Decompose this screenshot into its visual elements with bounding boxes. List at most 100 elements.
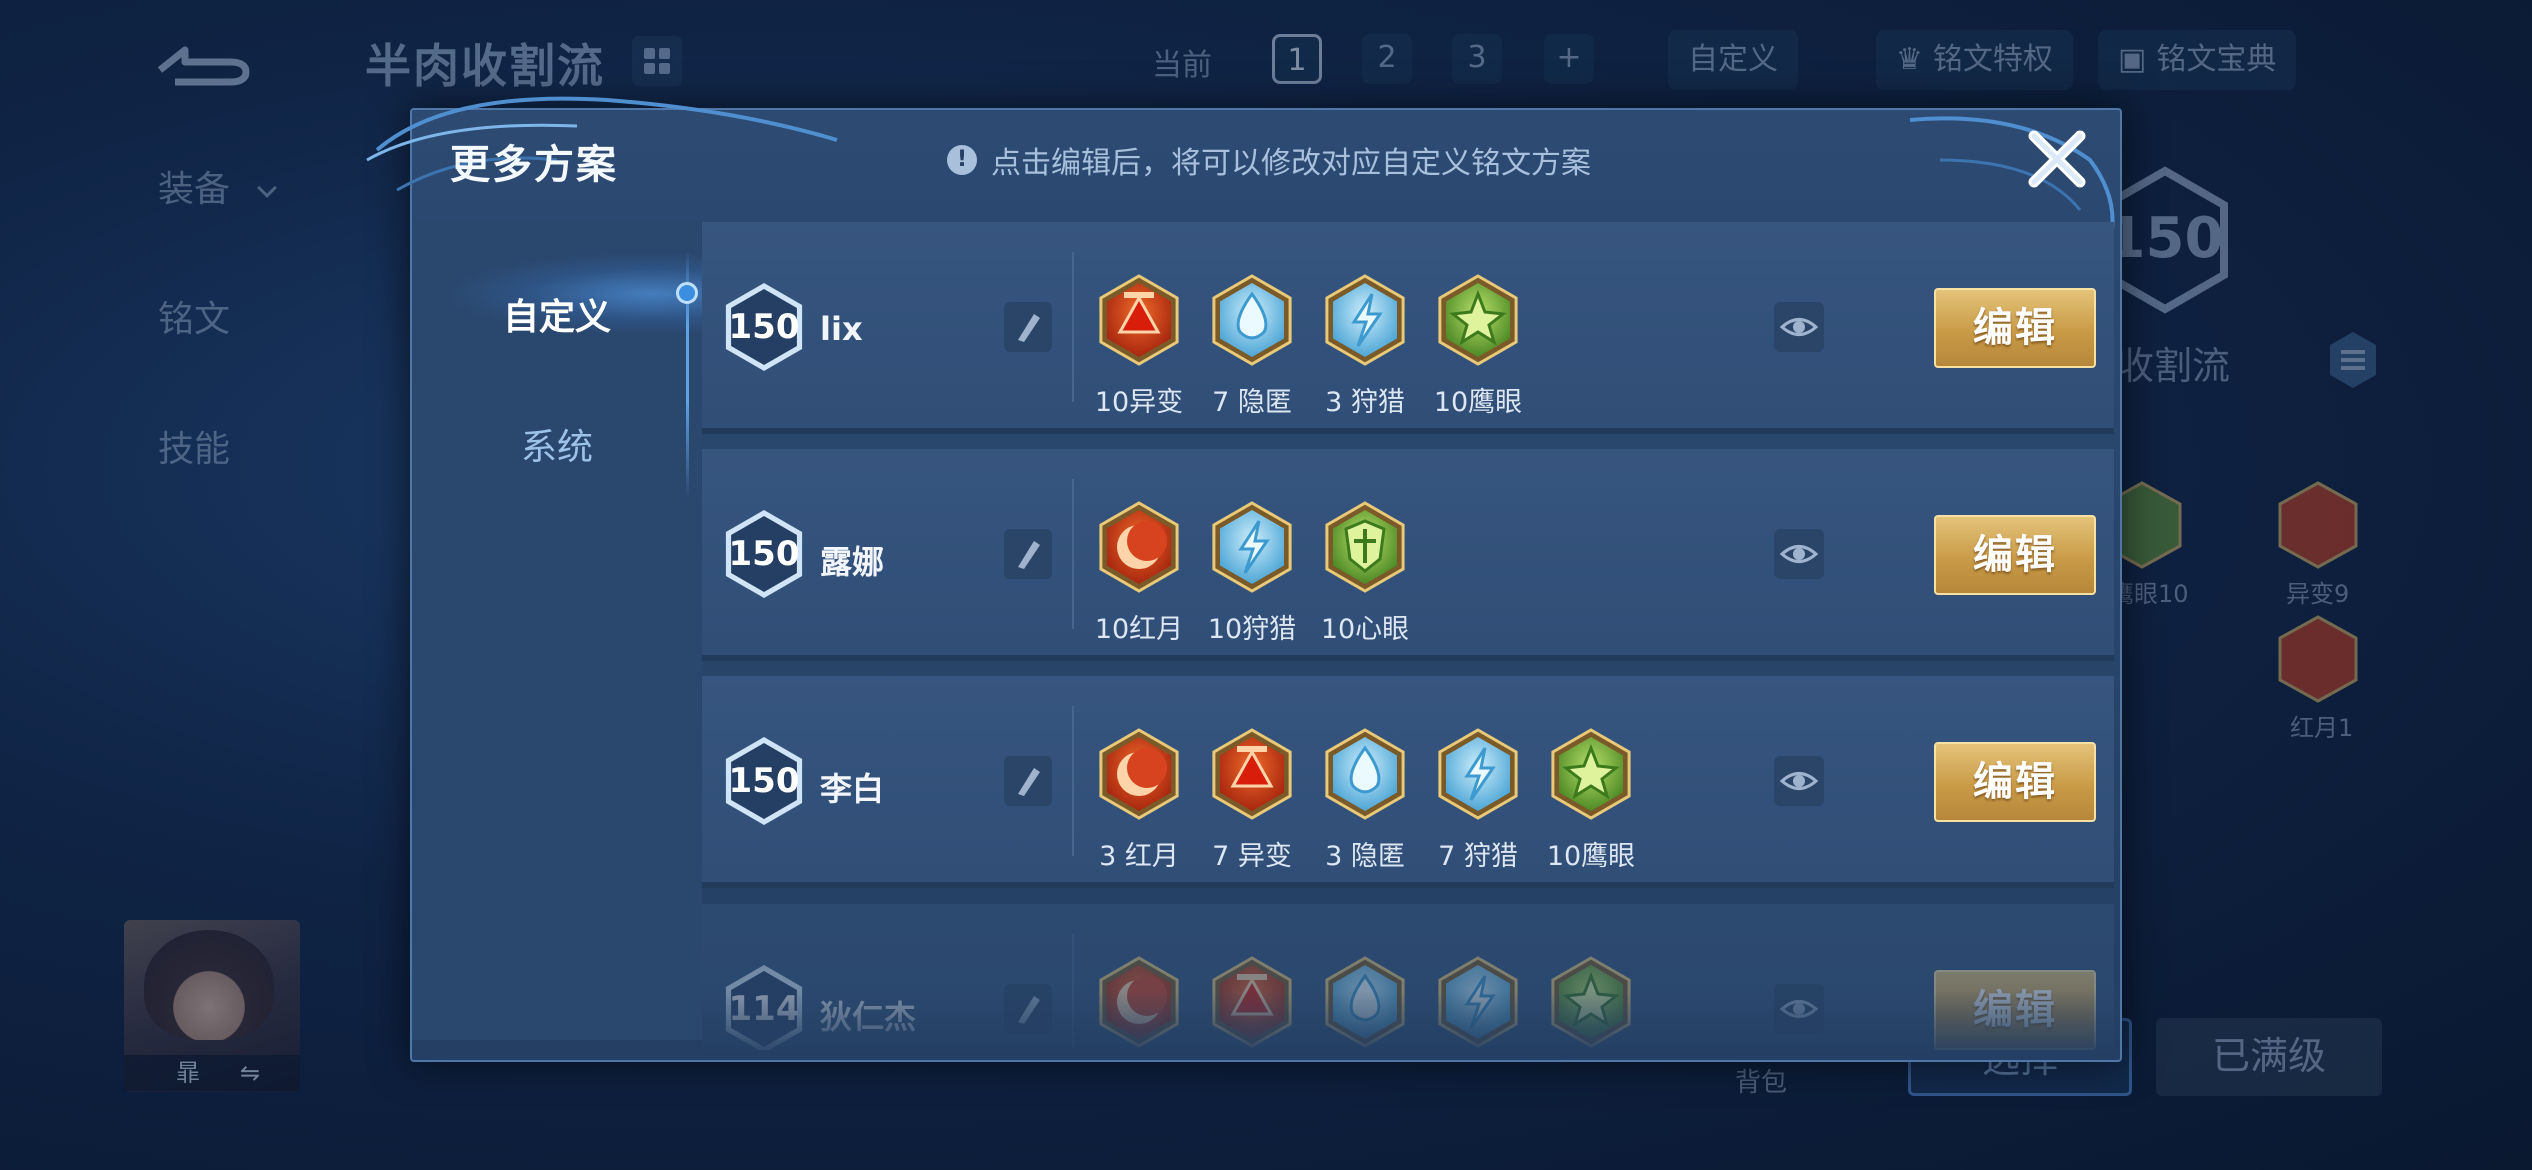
rune-label: 7 狩猎 — [1438, 841, 1518, 872]
plan-list[interactable]: 150 lix 10异变 7 隐匿 3 狩猎 10鹰眼 编辑 150 露娜 10… — [702, 222, 2118, 1050]
pencil-icon — [1018, 541, 1040, 569]
pencil-icon — [1018, 768, 1040, 796]
privilege-button[interactable]: ♛ 铭文特权 — [1876, 30, 2073, 90]
rune-green-star-icon — [1433, 270, 1523, 374]
bg-plan-subtitle: 收割流 — [2116, 344, 2231, 388]
rune-item[interactable]: 10红月 — [1094, 497, 1184, 646]
rune-item[interactable]: 10鹰眼 — [1546, 724, 1636, 873]
plan-row[interactable]: 150 lix 10异变 7 隐匿 3 狩猎 10鹰眼 编辑 — [702, 222, 2114, 434]
nav-skills[interactable]: 技能 — [158, 420, 230, 472]
custom-button[interactable]: 自定义 — [1668, 30, 1798, 90]
tab-system[interactable]: 系统 — [412, 418, 702, 470]
rune-label: 3 隐匿 — [1325, 841, 1405, 872]
rune-item[interactable]: 3 狩猎 — [1320, 270, 1410, 419]
eye-icon — [1779, 545, 1819, 563]
bg-rune-label: 异变9 — [2286, 580, 2350, 608]
rename-button[interactable] — [1004, 756, 1052, 806]
plan-row[interactable]: 114 狄仁杰 编辑 — [702, 904, 2114, 1050]
more-plans-dialog: 更多方案 ! 点击编辑后，将可以修改对应自定义铭文方案 自定义 系统 150 l… — [366, 96, 2122, 1062]
nav-equipment-label: 装备 — [158, 169, 231, 210]
rune-red-moon-icon — [1094, 724, 1184, 828]
list-icon[interactable] — [2328, 330, 2378, 390]
rune-item[interactable]: 7 隐匿 — [1207, 270, 1297, 419]
close-icon[interactable] — [2022, 124, 2092, 194]
rune-item[interactable]: 10鹰眼 — [1433, 270, 1523, 419]
rune-label: 10鹰眼 — [1546, 841, 1636, 872]
add-page-button[interactable]: + — [1544, 34, 1594, 84]
rune-item[interactable]: 7 狩猎 — [1433, 724, 1523, 873]
rune-set: 10红月 10狩猎 10心眼 — [1094, 497, 1410, 646]
bg-rune-red-icon — [2278, 615, 2358, 703]
bg-rune-red-icon — [2278, 481, 2358, 569]
rune-item[interactable] — [1320, 952, 1410, 1050]
preview-button[interactable] — [1774, 529, 1824, 579]
plan-row[interactable]: 150 李白 3 红月 7 异变 3 隐匿 7 狩猎 10鹰眼 编辑 — [702, 676, 2114, 888]
rune-item[interactable] — [1207, 952, 1297, 1050]
exclamation-icon: ! — [947, 145, 977, 175]
eye-icon — [1779, 318, 1819, 336]
grid-icon[interactable] — [632, 36, 682, 86]
edit-button[interactable]: 编辑 — [1934, 515, 2096, 595]
rune-item[interactable] — [1546, 952, 1636, 1050]
rune-blue-bolt-icon — [1320, 270, 1410, 374]
rune-item[interactable]: 10异变 — [1094, 270, 1184, 419]
rune-label: 10狩猎 — [1207, 614, 1297, 645]
rune-green-shield-icon — [1320, 497, 1410, 601]
row-divider — [1072, 479, 1074, 629]
rune-label: 10鹰眼 — [1433, 387, 1523, 418]
plan-name: 狄仁杰 — [820, 998, 917, 1036]
nav-runes[interactable]: 铭文 — [158, 290, 230, 342]
rune-red-moon-icon — [1094, 497, 1184, 601]
page-tab-2[interactable]: 2 — [1362, 34, 1412, 84]
plan-level: 150 — [728, 534, 800, 574]
eye-icon — [1779, 1000, 1819, 1018]
rename-button[interactable] — [1004, 529, 1052, 579]
codex-label: 铭文宝典 — [2156, 42, 2277, 77]
rune-label: 7 异变 — [1212, 841, 1292, 872]
preview-button[interactable] — [1774, 756, 1824, 806]
rune-blue-drop-icon — [1207, 270, 1297, 374]
preview-button[interactable] — [1774, 302, 1824, 352]
page-tab-3[interactable]: 3 — [1452, 34, 1502, 84]
rename-button[interactable] — [1004, 302, 1052, 352]
eye-icon — [1779, 772, 1819, 790]
rune-set — [1094, 952, 1636, 1050]
privilege-label: 铭文特权 — [1932, 42, 2053, 77]
edit-button[interactable]: 编辑 — [1934, 742, 2096, 822]
rune-set: 3 红月 7 异变 3 隐匿 7 狩猎 10鹰眼 — [1094, 724, 1636, 873]
rune-item[interactable]: 3 红月 — [1094, 724, 1184, 873]
nav-equipment[interactable]: 装备 — [158, 160, 277, 212]
bag-label[interactable]: 背包 — [1735, 1062, 1787, 1099]
pencil-icon — [1018, 314, 1040, 342]
plan-row[interactable]: 150 露娜 10红月 10狩猎 10心眼 编辑 — [702, 449, 2114, 661]
preview-button[interactable] — [1774, 984, 1824, 1034]
rune-red-arrow-icon — [1207, 952, 1297, 1050]
rune-item[interactable]: 10心眼 — [1320, 497, 1410, 646]
rune-blue-bolt-icon — [1433, 724, 1523, 828]
rune-green-star-icon — [1546, 724, 1636, 828]
plan-category-sidebar — [412, 220, 702, 1040]
rune-item[interactable]: 3 隐匿 — [1320, 724, 1410, 873]
plan-level: 150 — [728, 761, 800, 801]
rename-button[interactable] — [1004, 984, 1052, 1034]
edit-button[interactable]: 编辑 — [1934, 288, 2096, 368]
rune-item[interactable] — [1433, 952, 1523, 1050]
rune-label: 3 狩猎 — [1325, 387, 1405, 418]
rune-blue-bolt-icon — [1207, 497, 1297, 601]
back-arrow-icon[interactable] — [150, 30, 260, 90]
rune-item[interactable]: 10狩猎 — [1207, 497, 1297, 646]
swap-icon: ⇋ — [240, 1059, 261, 1087]
rune-item[interactable] — [1094, 952, 1184, 1050]
rune-item[interactable]: 7 异变 — [1207, 724, 1297, 873]
bg-plan-title: 半肉收割流 — [365, 39, 605, 93]
codex-button[interactable]: ▣ 铭文宝典 — [2098, 30, 2297, 90]
page-tab-1[interactable]: 1 — [1272, 34, 1322, 84]
rune-label: 10异变 — [1094, 387, 1184, 418]
row-divider — [1072, 706, 1074, 856]
hero-name: 暃 ⇋ — [124, 1055, 300, 1091]
max-level-button[interactable]: 已满级 — [2156, 1018, 2382, 1096]
edit-button[interactable]: 编辑 — [1934, 970, 2096, 1050]
rune-blue-drop-icon — [1320, 724, 1410, 828]
edit-tip: ! 点击编辑后，将可以修改对应自定义铭文方案 — [947, 138, 1591, 182]
tab-custom[interactable]: 自定义 — [412, 288, 702, 340]
